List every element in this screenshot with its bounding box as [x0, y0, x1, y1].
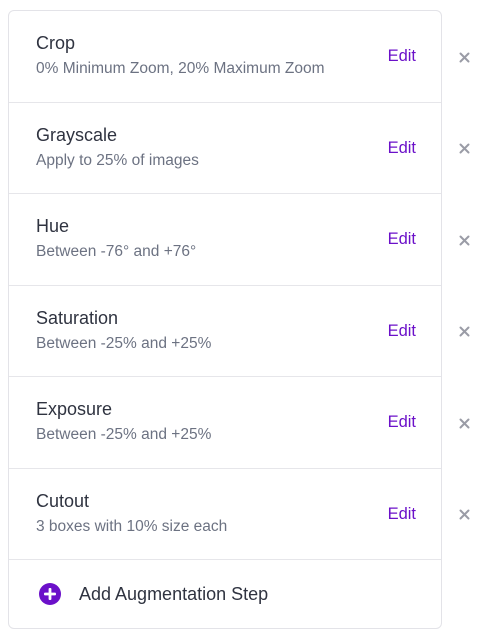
remove-cutout-button[interactable] [448, 498, 480, 530]
step-description: Between -76° and +76° [36, 243, 197, 260]
edit-crop-button[interactable]: Edit [388, 47, 416, 66]
plus-circle-icon [39, 583, 61, 605]
step-row-crop: Crop 0% Minimum Zoom, 20% Maximum Zoom E… [9, 11, 441, 103]
step-description: Between -25% and +25% [36, 334, 212, 352]
step-description: Apply to 25% of images [36, 151, 199, 169]
step-description: Between -25% and +25% [36, 426, 212, 443]
close-icon [459, 52, 469, 62]
step-title: Saturation [36, 307, 119, 328]
edit-exposure-button[interactable]: Edit [388, 413, 416, 432]
edit-grayscale-button[interactable]: Edit [388, 139, 416, 158]
step-description: 3 boxes with 10% size each [36, 517, 228, 535]
add-step-label: Add Augmentation Step [79, 584, 269, 604]
augmentation-steps-panel: Crop 0% Minimum Zoom, 20% Maximum Zoom E… [8, 10, 442, 629]
close-icon [459, 143, 469, 153]
step-row-saturation: Saturation Between -25% and +25% Edit [9, 286, 441, 377]
edit-hue-button[interactable]: Edit [388, 230, 416, 249]
remove-grayscale-button[interactable] [448, 132, 480, 164]
step-row-cutout: Cutout 3 boxes with 10% size each Edit [9, 469, 441, 560]
step-title: Hue [36, 216, 70, 236]
close-icon [459, 326, 469, 336]
step-row-grayscale: Grayscale Apply to 25% of images Edit [9, 103, 441, 194]
step-row-exposure: Exposure Between -25% and +25% Edit [9, 377, 441, 469]
close-icon [459, 418, 469, 428]
edit-saturation-button[interactable]: Edit [388, 322, 416, 341]
remove-exposure-button[interactable] [448, 407, 480, 439]
close-icon [459, 509, 469, 519]
step-title: Cutout [36, 490, 90, 511]
remove-hue-button[interactable] [448, 224, 480, 256]
step-title: Crop [36, 33, 76, 53]
edit-cutout-button[interactable]: Edit [388, 505, 416, 524]
close-icon [459, 235, 469, 245]
step-title: Exposure [36, 399, 113, 419]
step-row-hue: Hue Between -76° and +76° Edit [9, 194, 441, 286]
remove-saturation-button[interactable] [448, 315, 480, 347]
step-title: Grayscale [36, 124, 118, 145]
step-description: 0% Minimum Zoom, 20% Maximum Zoom [36, 60, 325, 77]
add-augmentation-step-button[interactable]: Add Augmentation Step [9, 558, 441, 628]
remove-crop-button[interactable] [448, 41, 480, 73]
